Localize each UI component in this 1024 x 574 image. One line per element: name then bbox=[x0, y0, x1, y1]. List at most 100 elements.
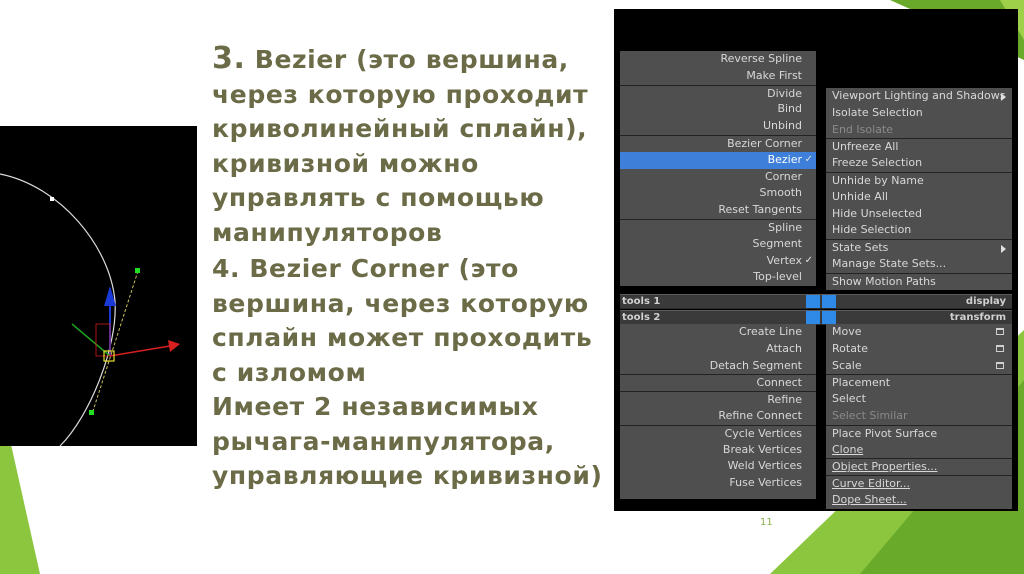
menu-item-label: Bezier bbox=[767, 152, 802, 166]
menu-item-label: Smooth bbox=[759, 186, 802, 200]
menu-item-label: Rotate bbox=[832, 341, 869, 355]
quad-blue-square bbox=[806, 295, 820, 308]
menu-item-label: Fuse Vertices bbox=[729, 476, 802, 490]
menu-item-bezier[interactable]: Bezier ✓ bbox=[620, 151, 816, 169]
menu-item-scale[interactable]: Scale bbox=[826, 358, 1012, 375]
menu-item-unhide-all[interactable]: Unhide All bbox=[826, 189, 1012, 206]
menu-item-detach-segment[interactable]: Detach Segment bbox=[620, 358, 816, 375]
quad-bar-tools2: tools 2 transform bbox=[620, 310, 1012, 325]
quad-menu: Reverse Spline Make First Divide Bind Unbind… bbox=[614, 9, 1018, 511]
menu-item-select-similar[interactable]: Select Similar bbox=[826, 408, 1012, 425]
menu-item-freeze-selection[interactable]: Freeze Selection bbox=[826, 155, 1012, 172]
menu-item-cycle-vertices[interactable]: Cycle Vertices bbox=[620, 424, 816, 442]
menu-item-hide-selection[interactable]: Hide Selection bbox=[826, 222, 1012, 239]
menu-item-connect[interactable]: Connect bbox=[620, 374, 816, 391]
quad-bar-tools1: tools 1 display bbox=[620, 294, 1012, 309]
submenu-arrow-icon bbox=[1001, 245, 1006, 254]
menu-item-break-vertices[interactable]: Break Vertices bbox=[620, 442, 816, 459]
menu-item-label: Select Similar bbox=[832, 408, 908, 422]
menu-item-refine[interactable]: Refine bbox=[620, 391, 816, 408]
menu-item-rotate[interactable]: Rotate bbox=[826, 341, 1012, 358]
menu-item-divide[interactable]: Divide bbox=[620, 84, 816, 102]
menu-item-label: Break Vertices bbox=[722, 442, 802, 456]
menu-item-reverse-spline[interactable]: Reverse Spline bbox=[620, 51, 816, 68]
menu-item-vertex[interactable]: Vertex ✓ bbox=[620, 253, 816, 270]
menu-item-label: Unhide by Name bbox=[832, 173, 924, 187]
menu-item-unbind[interactable]: Unbind bbox=[620, 118, 816, 135]
menu-item-fuse-vertices[interactable]: Fuse Vertices bbox=[620, 475, 816, 492]
menu-item-end-isolate[interactable]: End Isolate bbox=[826, 122, 1012, 139]
quad-bar-label-tools1: tools 1 bbox=[622, 296, 661, 307]
menu-item-manage-state-sets[interactable]: Manage State Sets... bbox=[826, 256, 1012, 273]
menu-item-attach[interactable]: Attach bbox=[620, 341, 816, 358]
options-box-icon[interactable] bbox=[996, 328, 1004, 335]
menu-item-label: State Sets bbox=[832, 241, 889, 255]
paragraph-handles: Имеет 2 независимых рычага-манипулятора,… bbox=[212, 392, 603, 490]
options-box-icon[interactable] bbox=[996, 344, 1004, 352]
menu-item-label: Unfreeze All bbox=[832, 140, 899, 154]
spline-curve bbox=[0, 173, 116, 446]
menu-item-label: Move bbox=[832, 325, 862, 338]
paragraph-bezier-corner: 4. Bezier Corner (это вершина, через кот… bbox=[212, 254, 593, 387]
menu-item-label: Show Motion Paths bbox=[832, 274, 936, 288]
menu-item-label: Cycle Vertices bbox=[724, 426, 802, 440]
menu-item-create-line[interactable]: Create Line bbox=[620, 324, 816, 341]
gizmo-x-axis bbox=[109, 345, 171, 357]
check-icon: ✓ bbox=[804, 153, 813, 165]
menu-item-label: Create Line bbox=[739, 325, 802, 338]
options-box-icon[interactable] bbox=[996, 361, 1004, 369]
menu-item-top-level[interactable]: Top-level bbox=[620, 269, 816, 286]
menu-item-show-motion-paths[interactable]: Show Motion Paths bbox=[826, 272, 1012, 290]
menu-item-label: Vertex bbox=[766, 253, 802, 267]
menu-item-label: Refine bbox=[767, 393, 802, 407]
submenu-arrow-icon bbox=[1001, 93, 1006, 101]
menu-item-state-sets[interactable]: State Sets bbox=[826, 239, 1012, 256]
menu-item-make-first[interactable]: Make First bbox=[620, 68, 816, 85]
menu-item-label: Manage State Sets... bbox=[832, 256, 947, 270]
menu-item-label: Hide Unselected bbox=[832, 206, 923, 220]
paragraph-bezier-text: Bezier (это вершина, через которую прохо… bbox=[212, 45, 589, 247]
quad-left-lower: Create Line Attach Detach Segment Connect Re… bbox=[620, 324, 816, 499]
menu-item-segment[interactable]: Segment bbox=[620, 236, 816, 253]
menu-item-label: Reset Tangents bbox=[718, 203, 802, 217]
quad-bar-label-display: display bbox=[965, 296, 1006, 307]
menu-item-bezier-corner[interactable]: Bezier Corner bbox=[620, 134, 816, 152]
menu-item-select[interactable]: Select bbox=[826, 391, 1012, 408]
menu-item-label: Segment bbox=[752, 236, 803, 250]
menu-item-label: Connect bbox=[756, 376, 802, 390]
slide-text: 3. Bezier (это вершина, через которую пр… bbox=[212, 41, 612, 494]
menu-item-label: Attach bbox=[766, 341, 802, 355]
menu-item-curve-editor[interactable]: Curve Editor... bbox=[826, 475, 1012, 492]
menu-item-label: Divide bbox=[767, 86, 802, 100]
menu-item-object-properties[interactable]: Object Properties... bbox=[826, 458, 1012, 475]
quad-blue-square bbox=[806, 311, 820, 324]
viewport-image bbox=[0, 126, 197, 446]
menu-item-place-pivot-surface[interactable]: Place Pivot Surface bbox=[826, 424, 1012, 442]
menu-item-label: Unhide All bbox=[832, 189, 888, 203]
menu-item-label: Select bbox=[832, 392, 866, 406]
tangent-handle-top bbox=[135, 268, 140, 273]
menu-item-unhide-by-name[interactable]: Unhide by Name bbox=[826, 171, 1012, 189]
menu-item-bind[interactable]: Bind bbox=[620, 101, 816, 118]
menu-item-weld-vertices[interactable]: Weld Vertices bbox=[620, 458, 816, 475]
menu-item-label: Viewport Lighting and Shadows bbox=[832, 89, 1006, 102]
menu-item-unfreeze-all[interactable]: Unfreeze All bbox=[826, 138, 1012, 155]
menu-item-smooth[interactable]: Smooth bbox=[620, 185, 816, 202]
menu-item-clone[interactable]: Clone bbox=[826, 442, 1012, 459]
tangent-handle-bottom bbox=[89, 410, 94, 415]
menu-item-move[interactable]: Move bbox=[826, 324, 1012, 341]
menu-item-corner[interactable]: Corner bbox=[620, 169, 816, 186]
menu-item-placement[interactable]: Placement bbox=[826, 374, 1012, 391]
menu-item-label: Curve Editor... bbox=[832, 477, 910, 491]
menu-item-isolate-selection[interactable]: Isolate Selection bbox=[826, 105, 1012, 122]
menu-item-reset-tangents[interactable]: Reset Tangents bbox=[620, 202, 816, 219]
menu-item-label: Reverse Spline bbox=[720, 52, 802, 65]
menu-item-viewport-lighting-and-shadows[interactable]: Viewport Lighting and Shadows bbox=[826, 88, 1012, 105]
menu-item-spline[interactable]: Spline bbox=[620, 218, 816, 236]
menu-item-hide-unselected[interactable]: Hide Unselected bbox=[826, 206, 1012, 223]
menu-item-dope-sheet[interactable]: Dope Sheet... bbox=[826, 492, 1012, 509]
quad-bar-label-tools2: tools 2 bbox=[622, 312, 661, 323]
quad-bar-label-transform: transform bbox=[949, 312, 1006, 323]
menu-item-refine-connect[interactable]: Refine Connect bbox=[620, 408, 816, 425]
tangent-handle-line bbox=[91, 270, 139, 415]
